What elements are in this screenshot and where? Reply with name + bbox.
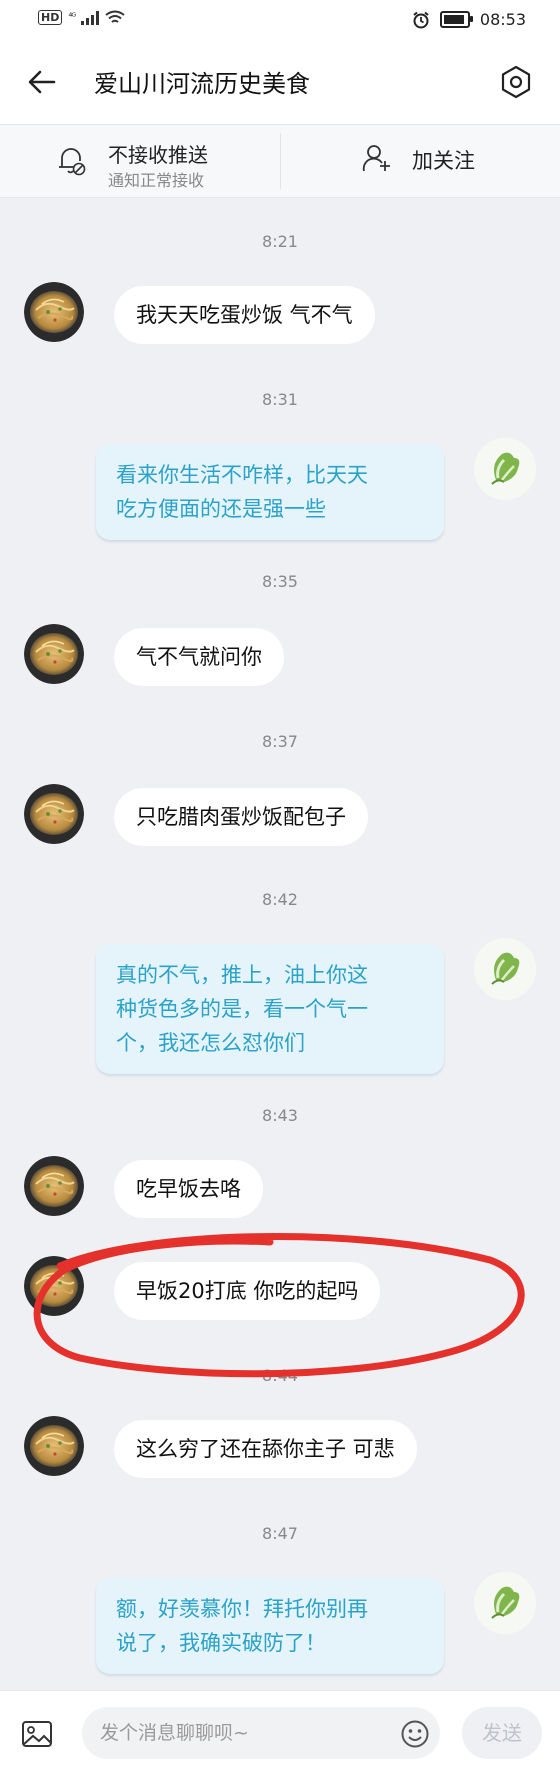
mute-push-sub: 通知正常接收 [108, 171, 205, 190]
avatar[interactable] [24, 624, 84, 684]
message-line: 额，好羡慕你！拜托你别再 [116, 1597, 368, 1621]
avatar[interactable] [24, 282, 84, 342]
status-bar: HD ⁴ᴳ 08:53 [0, 0, 560, 40]
title-bar: 爱山川河流历史美食 [0, 40, 560, 124]
bell-muted-icon [59, 148, 86, 176]
alarm-icon [413, 11, 429, 28]
send-button[interactable]: 发送 [462, 1707, 542, 1759]
settings-icon[interactable] [498, 64, 534, 100]
signal-icon [81, 10, 100, 25]
follow-button[interactable]: 加关注 [362, 141, 482, 181]
input-bar: 发送 [0, 1690, 560, 1777]
message-line: 吃方便面的还是强一些 [116, 497, 326, 521]
self-message-bubble[interactable]: 看来你生活不咋样，比天天 吃方便面的还是强一些 [96, 444, 444, 540]
battery-icon [439, 11, 473, 28]
image-icon[interactable] [20, 1717, 54, 1751]
message-input[interactable] [82, 1707, 440, 1759]
mute-push-button[interactable]: 不接收推送 通知正常接收 [56, 135, 256, 190]
message-bubble[interactable]: 只吃腊肉蛋炒饭配包子 [114, 788, 368, 846]
hd-indicator: HD [38, 10, 63, 25]
message-bubble[interactable]: 这么穷了还在舔你主子 可悲 [114, 1420, 417, 1478]
message-time: 8:21 [262, 232, 298, 251]
message-time: 8:35 [262, 572, 298, 591]
message-line: 看来你生活不咋样，比天天 [116, 463, 368, 487]
message-line: 真的不气，推上，油上你这 [116, 963, 368, 987]
avatar[interactable] [24, 784, 84, 844]
message-line: 说了，我确实破防了！ [116, 1631, 326, 1655]
clock: 08:53 [479, 10, 526, 29]
add-user-icon [362, 145, 390, 172]
emoji-icon[interactable] [400, 1719, 430, 1749]
message-time: 8:37 [262, 732, 298, 751]
follow-label: 加关注 [412, 149, 475, 173]
avatar[interactable] [24, 1156, 84, 1216]
self-message-bubble[interactable]: 额，好羡慕你！拜托你别再 说了，我确实破防了！ [96, 1578, 444, 1674]
avatar[interactable] [24, 1416, 84, 1476]
mute-push-label: 不接收推送 [108, 143, 208, 167]
self-avatar[interactable] [474, 438, 536, 500]
message-time: 8:42 [262, 890, 298, 909]
self-avatar[interactable] [474, 1572, 536, 1634]
message-line: 种货色多的是，看一个气一 [116, 997, 368, 1021]
page-title: 爱山川河流历史美食 [94, 70, 310, 98]
divider [280, 133, 281, 189]
message-bubble[interactable]: 吃早饭去咯 [114, 1160, 263, 1218]
self-message-bubble[interactable]: 真的不气，推上，油上你这 种货色多的是，看一个气一 个，我还怎么怼你们 [96, 944, 444, 1074]
message-bubble[interactable]: 气不气就问你 [114, 628, 284, 686]
message-time: 8:43 [262, 1106, 298, 1125]
message-line: 个，我还怎么怼你们 [116, 1031, 305, 1055]
network-type: ⁴ᴳ [68, 12, 76, 23]
chat-actions-bar: 不接收推送 通知正常接收 加关注 [0, 124, 560, 198]
red-circle-annotation [33, 1232, 525, 1378]
message-bubble[interactable]: 我天天吃蛋炒饭 气不气 [114, 286, 375, 344]
wifi-icon [105, 10, 125, 23]
back-arrow-icon[interactable] [26, 66, 58, 98]
message-time: 8:31 [262, 390, 298, 409]
message-time: 8:47 [262, 1524, 298, 1543]
self-avatar[interactable] [474, 938, 536, 1000]
